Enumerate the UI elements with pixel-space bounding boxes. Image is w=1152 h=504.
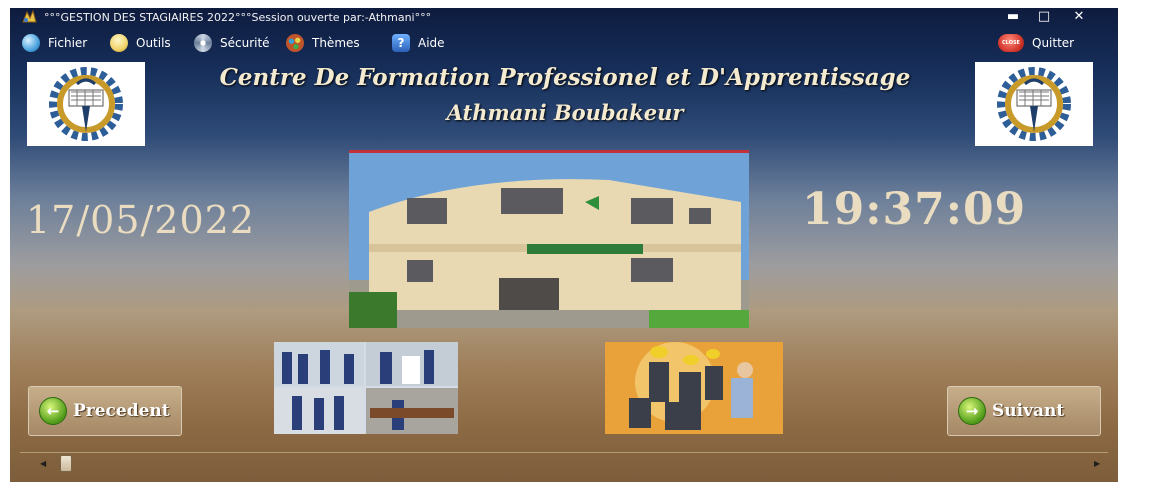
center-name-heading: Centre De Formation Professionel et D'Ap… (219, 64, 911, 91)
window-title: °°°GESTION DES STAGIAIRES 2022°°°Session… (44, 11, 432, 24)
menu-securite-label: Sécurité (220, 36, 270, 50)
maximize-button[interactable]: □ (1031, 8, 1057, 26)
gear-logo-icon (49, 67, 123, 141)
menu-outils-label: Outils (136, 36, 171, 50)
palette-icon (286, 34, 304, 52)
help-icon: ? (392, 34, 410, 52)
menu-aide[interactable]: ? Aide (392, 34, 445, 52)
menu-themes[interactable]: Thèmes (286, 34, 360, 52)
gear-logo-icon (997, 67, 1071, 141)
lightbulb-icon (110, 34, 128, 52)
clock-display: 19:37:09 (802, 184, 1027, 235)
director-name-heading: Athmani Boubakeur (446, 100, 684, 125)
close-sign-icon: CLOSE (998, 34, 1024, 52)
app-window: °°°GESTION DES STAGIAIRES 2022°°°Session… (10, 8, 1118, 482)
app-icon (22, 10, 37, 23)
close-button[interactable]: ✕ (1066, 8, 1092, 26)
workers-photo (605, 342, 783, 434)
scroll-thumb[interactable] (60, 455, 72, 472)
next-button[interactable]: → Suivant (947, 386, 1101, 436)
menu-securite[interactable]: Sécurité (194, 34, 270, 52)
menu-fichier-label: Fichier (48, 36, 88, 50)
scroll-right-arrow-icon[interactable]: ▶ (1094, 459, 1100, 468)
arrow-right-icon: → (958, 397, 986, 425)
menu-aide-label: Aide (418, 36, 445, 50)
menu-quitter-label: Quitter (1032, 36, 1075, 50)
scroll-left-arrow-icon[interactable]: ◀ (40, 459, 46, 468)
menu-outils[interactable]: Outils (110, 34, 171, 52)
previous-label: Precedent (73, 401, 170, 421)
previous-button[interactable]: ← Precedent (28, 386, 182, 436)
horizontal-scrollbar[interactable]: ◀ ▶ (20, 452, 1108, 475)
trainees-photo (274, 342, 458, 434)
arrow-left-icon: ← (39, 397, 67, 425)
building-photo (349, 150, 749, 328)
atom-icon (194, 34, 212, 52)
right-logo (975, 62, 1093, 146)
menu-themes-label: Thèmes (312, 36, 360, 50)
menu-fichier[interactable]: Fichier (22, 34, 87, 52)
date-display: 17/05/2022 (26, 198, 256, 242)
title-bar: °°°GESTION DES STAGIAIRES 2022°°°Session… (10, 8, 1118, 28)
menu-bar: Fichier Outils Sécurité Thèmes ? Aide CL… (10, 32, 1118, 54)
left-logo (27, 62, 145, 146)
menu-quitter[interactable]: CLOSE Quitter (998, 34, 1074, 52)
disk-icon (22, 34, 40, 52)
next-label: Suivant (992, 401, 1065, 421)
minimize-button[interactable]: ▬ (1000, 8, 1026, 26)
